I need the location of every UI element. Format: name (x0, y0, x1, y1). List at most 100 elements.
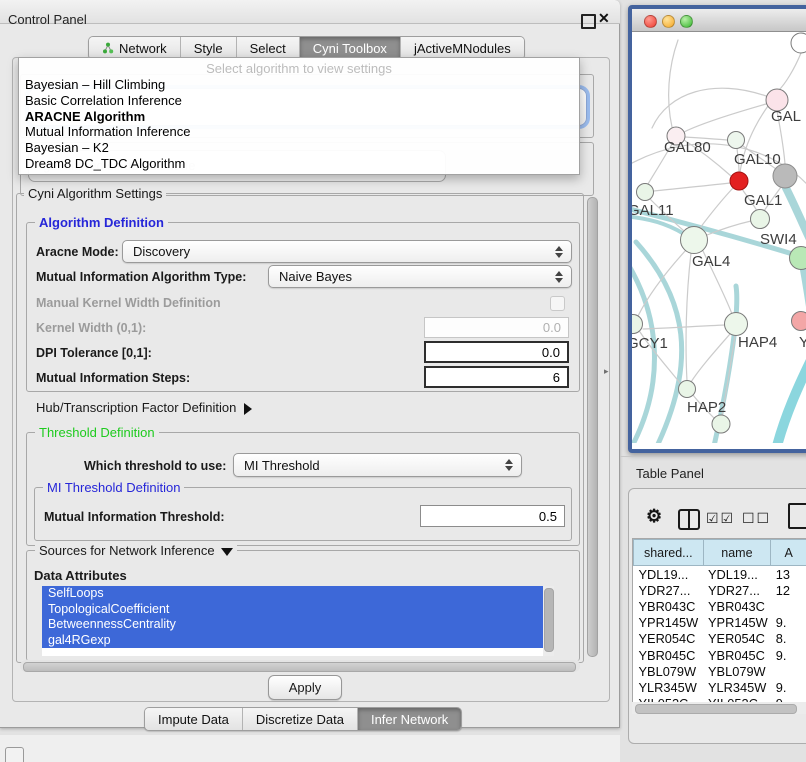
dpi-tolerance-field[interactable]: 0.0 (424, 341, 569, 363)
gear-icon[interactable]: ⚙ (646, 506, 662, 527)
checked-boxes-icon[interactable]: ☑☑ (706, 510, 735, 527)
tab-cyni-toolbox[interactable]: Cyni Toolbox (300, 37, 401, 59)
network-edge[interactable] (654, 183, 730, 191)
node-table[interactable]: shared...nameAYDL19...YDL19...13YDR27...… (632, 538, 806, 703)
algorithm-option[interactable]: Basic Correlation Inference (19, 93, 579, 109)
table-cell: YBL079W (703, 663, 771, 679)
aracne-mode-label: Aracne Mode: (36, 245, 119, 259)
tab-impute-data[interactable]: Impute Data (145, 708, 243, 730)
dropdown-placeholder: Select algorithm to view settings (19, 58, 579, 77)
table-cell (771, 663, 806, 679)
network-node[interactable] (792, 312, 806, 331)
table-cell: YDR27... (703, 582, 771, 598)
attribute-item-selected[interactable]: SelfLoops (42, 586, 546, 602)
attribute-item-selected[interactable]: BetweennessCentrality (42, 617, 546, 633)
table-row[interactable]: YER054CYER054C8. (634, 631, 806, 647)
algorithm-option[interactable]: Mutual Information Inference (19, 124, 579, 140)
column-header[interactable]: A (771, 540, 806, 566)
algorithm-option[interactable]: Bayesian – Hill Climbing (19, 77, 579, 93)
tab-infer-network[interactable]: Infer Network (358, 708, 461, 730)
minimize-traffic-light-icon[interactable] (662, 15, 675, 28)
kernel-width-field[interactable]: 0.0 (424, 317, 569, 338)
attribute-item-selected[interactable]: TopologicalCoefficient (42, 602, 546, 618)
table-cell: YLR345W (634, 679, 704, 695)
attribute-item-selected[interactable]: gal4RGexp (42, 633, 546, 649)
zoom-traffic-light-icon[interactable] (680, 15, 693, 28)
table-cell: YPR145W (703, 615, 771, 631)
network-node[interactable] (637, 184, 654, 201)
unchecked-boxes-icon[interactable]: ☐☐ (742, 510, 771, 527)
network-edge[interactable] (669, 40, 678, 127)
close-traffic-light-icon[interactable] (644, 15, 657, 28)
algorithm-option[interactable]: ARACNE Algorithm (19, 109, 579, 125)
network-window-titlebar[interactable] (632, 9, 806, 32)
settings-vertical-scrollbar[interactable] (586, 195, 597, 659)
node-label: GAL4 (692, 253, 730, 270)
network-edge[interactable] (684, 104, 766, 132)
tab-jactivemnodules[interactable]: jActiveMNodules (401, 37, 524, 59)
table-row[interactable]: YDR27...YDR27...12 (634, 582, 806, 598)
attributes-scrollbar[interactable] (543, 586, 554, 656)
tab-style[interactable]: Style (181, 37, 237, 59)
column-header[interactable]: shared... (634, 540, 704, 566)
network-canvas[interactable]: GALGAL80GAL10GAL1GAL11GAL4SWI4GCY1HAP4YH… (632, 31, 806, 443)
float-window-icon[interactable] (581, 14, 596, 29)
data-attributes-list[interactable]: SelfLoopsTopologicalCoefficientBetweenne… (42, 586, 554, 656)
screen: Control Panel ✕ NetworkStyleSelectCyni T… (0, 0, 806, 762)
network-node[interactable] (730, 172, 748, 190)
mi-steps-field[interactable]: 6 (424, 366, 569, 388)
network-edge[interactable] (643, 325, 725, 329)
mi-type-value: Naive Bayes (279, 269, 352, 284)
algorithm-option[interactable]: Dream8 DC_TDC Algorithm (19, 156, 579, 172)
table-row[interactable]: YPR145WYPR145W9. (634, 615, 806, 631)
which-threshold-combobox[interactable]: MI Threshold (233, 453, 522, 477)
aracne-mode-combobox[interactable]: Discovery (122, 240, 572, 263)
close-icon[interactable]: ✕ (598, 10, 610, 27)
tab-label: Impute Data (158, 712, 229, 727)
table-row[interactable]: YBR045CYBR045C9. (634, 647, 806, 663)
node-label: GAL (771, 108, 801, 125)
column-header[interactable]: name (703, 540, 771, 566)
network-node[interactable] (679, 381, 696, 398)
network-node[interactable] (681, 227, 708, 254)
network-node[interactable] (712, 415, 730, 433)
tab-discretize-data[interactable]: Discretize Data (243, 708, 358, 730)
network-node[interactable] (790, 247, 806, 270)
mi-threshold-field[interactable]: 0.5 (420, 505, 565, 527)
node-label: GCY1 (632, 335, 668, 352)
mi-threshold-label: Mutual Information Threshold: (44, 510, 225, 524)
network-edge[interactable] (686, 253, 691, 381)
network-node[interactable] (632, 315, 643, 334)
table-horizontal-scrollbar[interactable] (632, 702, 806, 714)
table-row[interactable]: YDL19...YDL19...13 (634, 566, 806, 583)
settings-horizontal-scrollbar[interactable] (20, 660, 580, 672)
document-icon[interactable] (788, 503, 806, 529)
table-row[interactable]: YBR043CYBR043C (634, 598, 806, 614)
table-row[interactable]: YLR345WYLR345W9. (634, 679, 806, 695)
tab-select[interactable]: Select (237, 37, 300, 59)
network-edge[interactable] (700, 188, 733, 228)
sources-title[interactable]: Sources for Network Inference (35, 543, 237, 558)
network-edge[interactable] (691, 334, 730, 382)
network-edge[interactable] (779, 53, 801, 90)
apply-button[interactable]: Apply (268, 675, 342, 700)
split-columns-icon[interactable] (678, 509, 700, 530)
network-icon (102, 42, 114, 54)
manual-kernel-checkbox[interactable] (550, 296, 565, 311)
network-node[interactable] (773, 164, 797, 188)
spinner-arrows-icon (505, 459, 513, 471)
node-label: GAL10 (734, 151, 781, 168)
hub-definition-toggle[interactable]: Hub/Transcription Factor Definition (36, 400, 252, 415)
mi-type-combobox[interactable]: Naive Bayes (268, 265, 572, 288)
splitter-handle-icon[interactable]: ▸ (604, 366, 609, 377)
node-label: GAL1 (744, 192, 782, 209)
algorithm-option[interactable]: Bayesian – K2 (19, 140, 579, 156)
minimized-panel-icon[interactable] (5, 747, 24, 762)
network-node[interactable] (791, 33, 806, 53)
network-edge[interactable] (776, 350, 806, 443)
table-row[interactable]: YBL079WYBL079W (634, 663, 806, 679)
network-node[interactable] (728, 132, 745, 149)
network-node[interactable] (725, 313, 748, 336)
network-node[interactable] (751, 210, 770, 229)
tab-network[interactable]: Network (89, 37, 181, 59)
